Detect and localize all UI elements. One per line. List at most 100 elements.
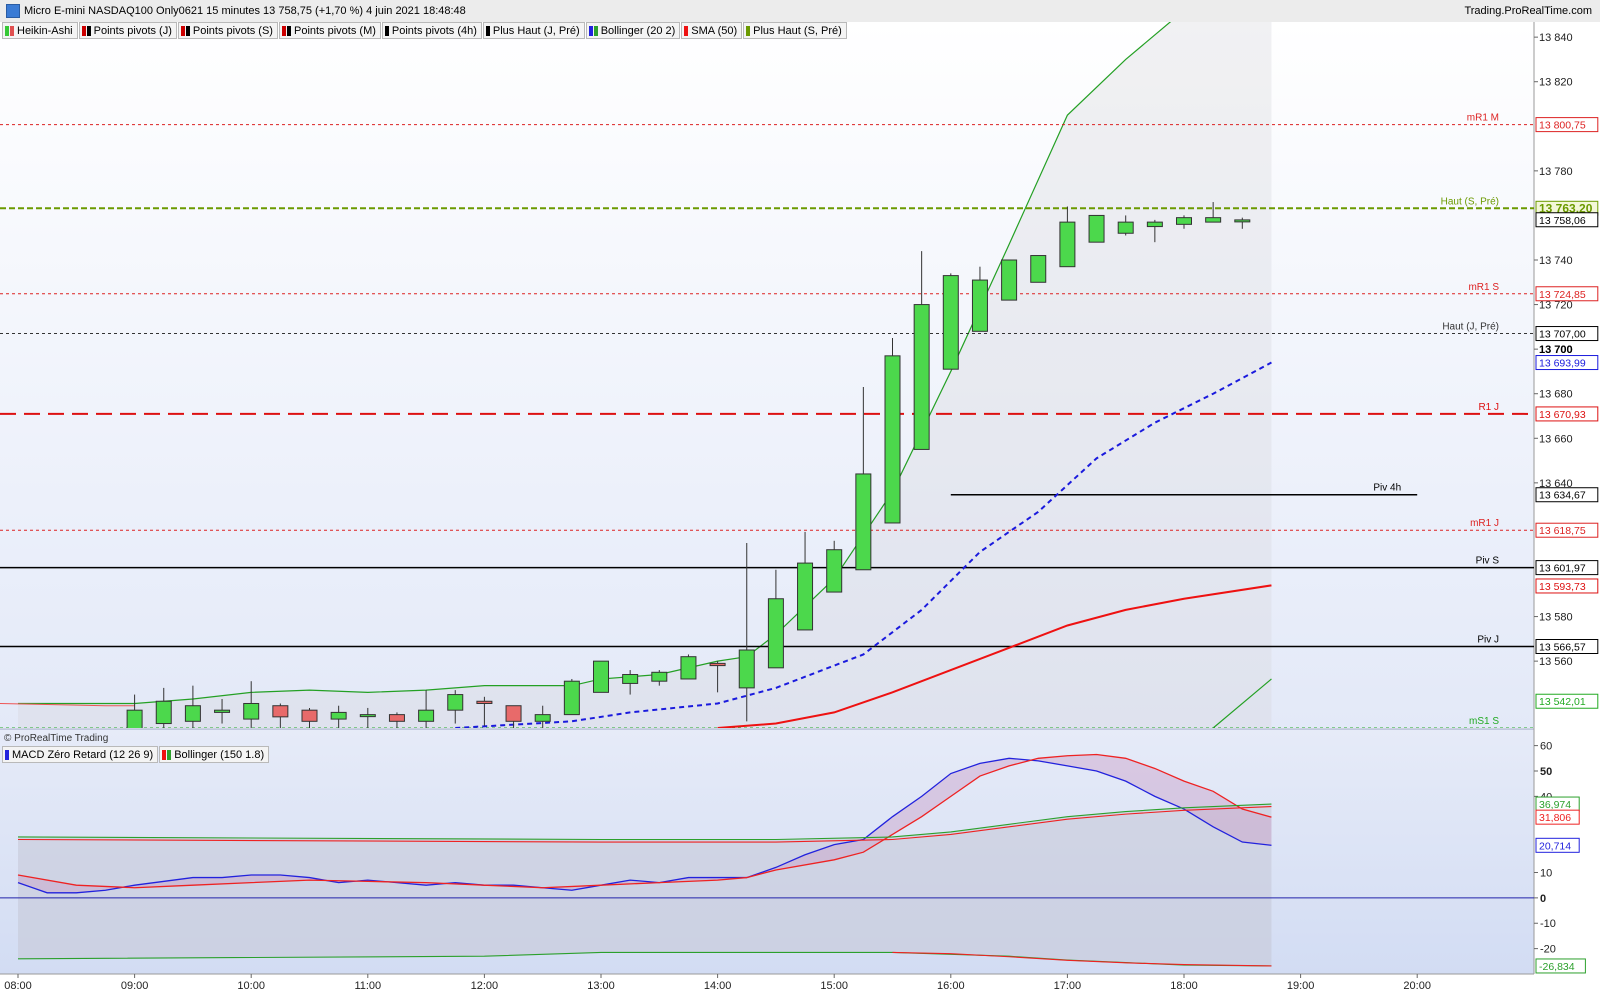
candle-body-12 — [476, 700, 493, 704]
candle-body-11 — [447, 694, 464, 711]
price-tick-9: 13 580 — [1539, 612, 1573, 624]
candle-body-38 — [1234, 219, 1251, 223]
legend-swatch — [384, 25, 389, 36]
candle-body-21 — [738, 649, 755, 689]
ind-axis-label-2: 20,714 — [1539, 840, 1571, 852]
title-bar: Micro E-mini NASDAQ100 Only0621 15 minut… — [0, 0, 1600, 23]
candle-body-33 — [1088, 214, 1105, 243]
candle-body-25 — [855, 473, 872, 571]
legend-item-4[interactable]: Points pivots (4h) — [381, 22, 482, 39]
candle-body-10 — [418, 709, 435, 722]
brand-label: Trading.ProRealTime.com — [1464, 5, 1592, 17]
time-tick-10: 18:00 — [1170, 980, 1198, 992]
legend-item-6[interactable]: Bollinger (20 2) — [585, 22, 681, 39]
ind-tick-5: -10 — [1540, 918, 1556, 930]
legend-label: Points pivots (S) — [192, 24, 273, 37]
candle-body-30 — [1001, 259, 1018, 301]
candle-body-9 — [388, 714, 405, 722]
candle-body-6 — [301, 709, 318, 722]
candle-body-28 — [942, 275, 959, 370]
price-tick-3: 13 740 — [1539, 255, 1573, 267]
time-tick-9: 17:00 — [1054, 980, 1082, 992]
legend-label: Points pivots (4h) — [391, 24, 477, 37]
candle-body-31 — [1030, 255, 1047, 283]
axis-price-label-1: 13 693,99 — [1539, 358, 1586, 370]
time-tick-4: 12:00 — [471, 980, 499, 992]
level-price-6: 13 601,97 — [1539, 563, 1586, 575]
legend-item-2[interactable]: Points pivots (S) — [177, 22, 278, 39]
candle-body-19 — [680, 656, 697, 680]
legend-label: Plus Haut (J, Pré) — [492, 24, 580, 37]
level-label-2: mR1 S — [1468, 282, 1499, 293]
candle-body-23 — [797, 562, 814, 631]
candle-body-15 — [563, 680, 580, 716]
candle-body-4 — [243, 702, 260, 720]
time-tick-1: 09:00 — [121, 980, 149, 992]
ind-tick-3: 10 — [1540, 867, 1552, 879]
legend-item-3[interactable]: Points pivots (M) — [278, 22, 381, 39]
level-price-4: 13 670,93 — [1539, 409, 1586, 421]
level-label-4: R1 J — [1478, 402, 1499, 413]
time-tick-5: 13:00 — [587, 980, 615, 992]
chart-svg[interactable]: mR1 M Haut (S, Pré) mR1 S Haut (J, Pré) R1 J… — [0, 22, 1600, 1000]
app-icon — [6, 4, 20, 18]
candle-body-27 — [913, 304, 930, 450]
time-tick-8: 16:00 — [937, 980, 965, 992]
time-tick-12: 20:00 — [1403, 980, 1431, 992]
level-price-0: 13 800,75 — [1539, 120, 1586, 132]
price-tick-4: 13 720 — [1539, 300, 1573, 312]
legend-label: Points pivots (J) — [93, 24, 172, 37]
legend-label: SMA (50) — [691, 24, 738, 37]
legend-swatch — [86, 25, 91, 36]
chart-area[interactable]: mR1 M Haut (S, Pré) mR1 S Haut (J, Pré) R1 J… — [0, 22, 1600, 1003]
level-price-3: 13 707,00 — [1539, 329, 1586, 341]
piv-4h-price: 13 634,67 — [1539, 490, 1586, 502]
level-label-8: mS1 S — [1469, 716, 1499, 727]
price-panel-bg — [0, 22, 1534, 728]
level-label-1: Haut (S, Pré) — [1441, 196, 1499, 207]
candle-body-14 — [534, 714, 551, 722]
candle-body-32 — [1059, 221, 1076, 268]
legend-label: Plus Haut (S, Pré) — [753, 24, 842, 37]
level-price-5: 13 618,75 — [1539, 525, 1586, 537]
ind-tick-1: 50 — [1540, 766, 1552, 778]
legend-label: MACD Zéro Retard (12 26 9) — [12, 748, 154, 761]
time-tick-2: 10:00 — [237, 980, 265, 992]
price-tick-10: 13 560 — [1539, 656, 1573, 668]
level-price-2: 13 724,85 — [1539, 289, 1586, 301]
legend-swatch — [485, 25, 490, 36]
candle-body-34 — [1117, 221, 1134, 234]
level-price-7: 13 566,57 — [1539, 642, 1586, 654]
time-tick-6: 14:00 — [704, 980, 732, 992]
candle-body-1 — [155, 700, 172, 725]
candle-body-3 — [214, 709, 231, 713]
legend-swatch — [185, 25, 190, 36]
price-tick-2: 13 780 — [1539, 166, 1573, 178]
legend-item-0[interactable]: Heikin-Ashi — [2, 22, 78, 39]
legend-swatch — [684, 25, 689, 36]
ind-tick-0: 60 — [1540, 741, 1552, 753]
legend-swatch — [746, 25, 751, 36]
legend-swatch — [5, 25, 9, 36]
indicator-legend-item-0[interactable]: MACD Zéro Retard (12 26 9) — [2, 746, 159, 763]
level-label-3: Haut (J, Pré) — [1442, 322, 1499, 333]
legend-item-8[interactable]: Plus Haut (S, Pré) — [743, 22, 847, 39]
piv-4h-label: Piv 4h — [1373, 483, 1401, 494]
indicator-legend: MACD Zéro Retard (12 26 9) Bollinger (150… — [2, 746, 270, 763]
price-tick-1: 13 820 — [1539, 77, 1573, 89]
axis-price-label-3: 13 542,01 — [1539, 696, 1586, 708]
legend-swatch — [5, 749, 9, 760]
candle-body-7 — [330, 711, 347, 720]
legend-label: Bollinger (150 1.8) — [174, 748, 265, 761]
legend-item-7[interactable]: SMA (50) — [681, 22, 743, 39]
ind-tick-4: 0 — [1540, 893, 1546, 905]
level-label-5: mR1 J — [1470, 518, 1499, 529]
legend-swatch — [81, 25, 86, 36]
legend-item-5[interactable]: Plus Haut (J, Pré) — [482, 22, 585, 39]
time-tick-7: 15:00 — [820, 980, 848, 992]
candle-body-35 — [1146, 221, 1163, 228]
legend-swatch — [180, 25, 185, 36]
legend-item-1[interactable]: Points pivots (J) — [78, 22, 177, 39]
level-label-7: Piv J — [1477, 635, 1499, 646]
indicator-legend-item-1[interactable]: Bollinger (150 1.8) — [159, 746, 270, 763]
